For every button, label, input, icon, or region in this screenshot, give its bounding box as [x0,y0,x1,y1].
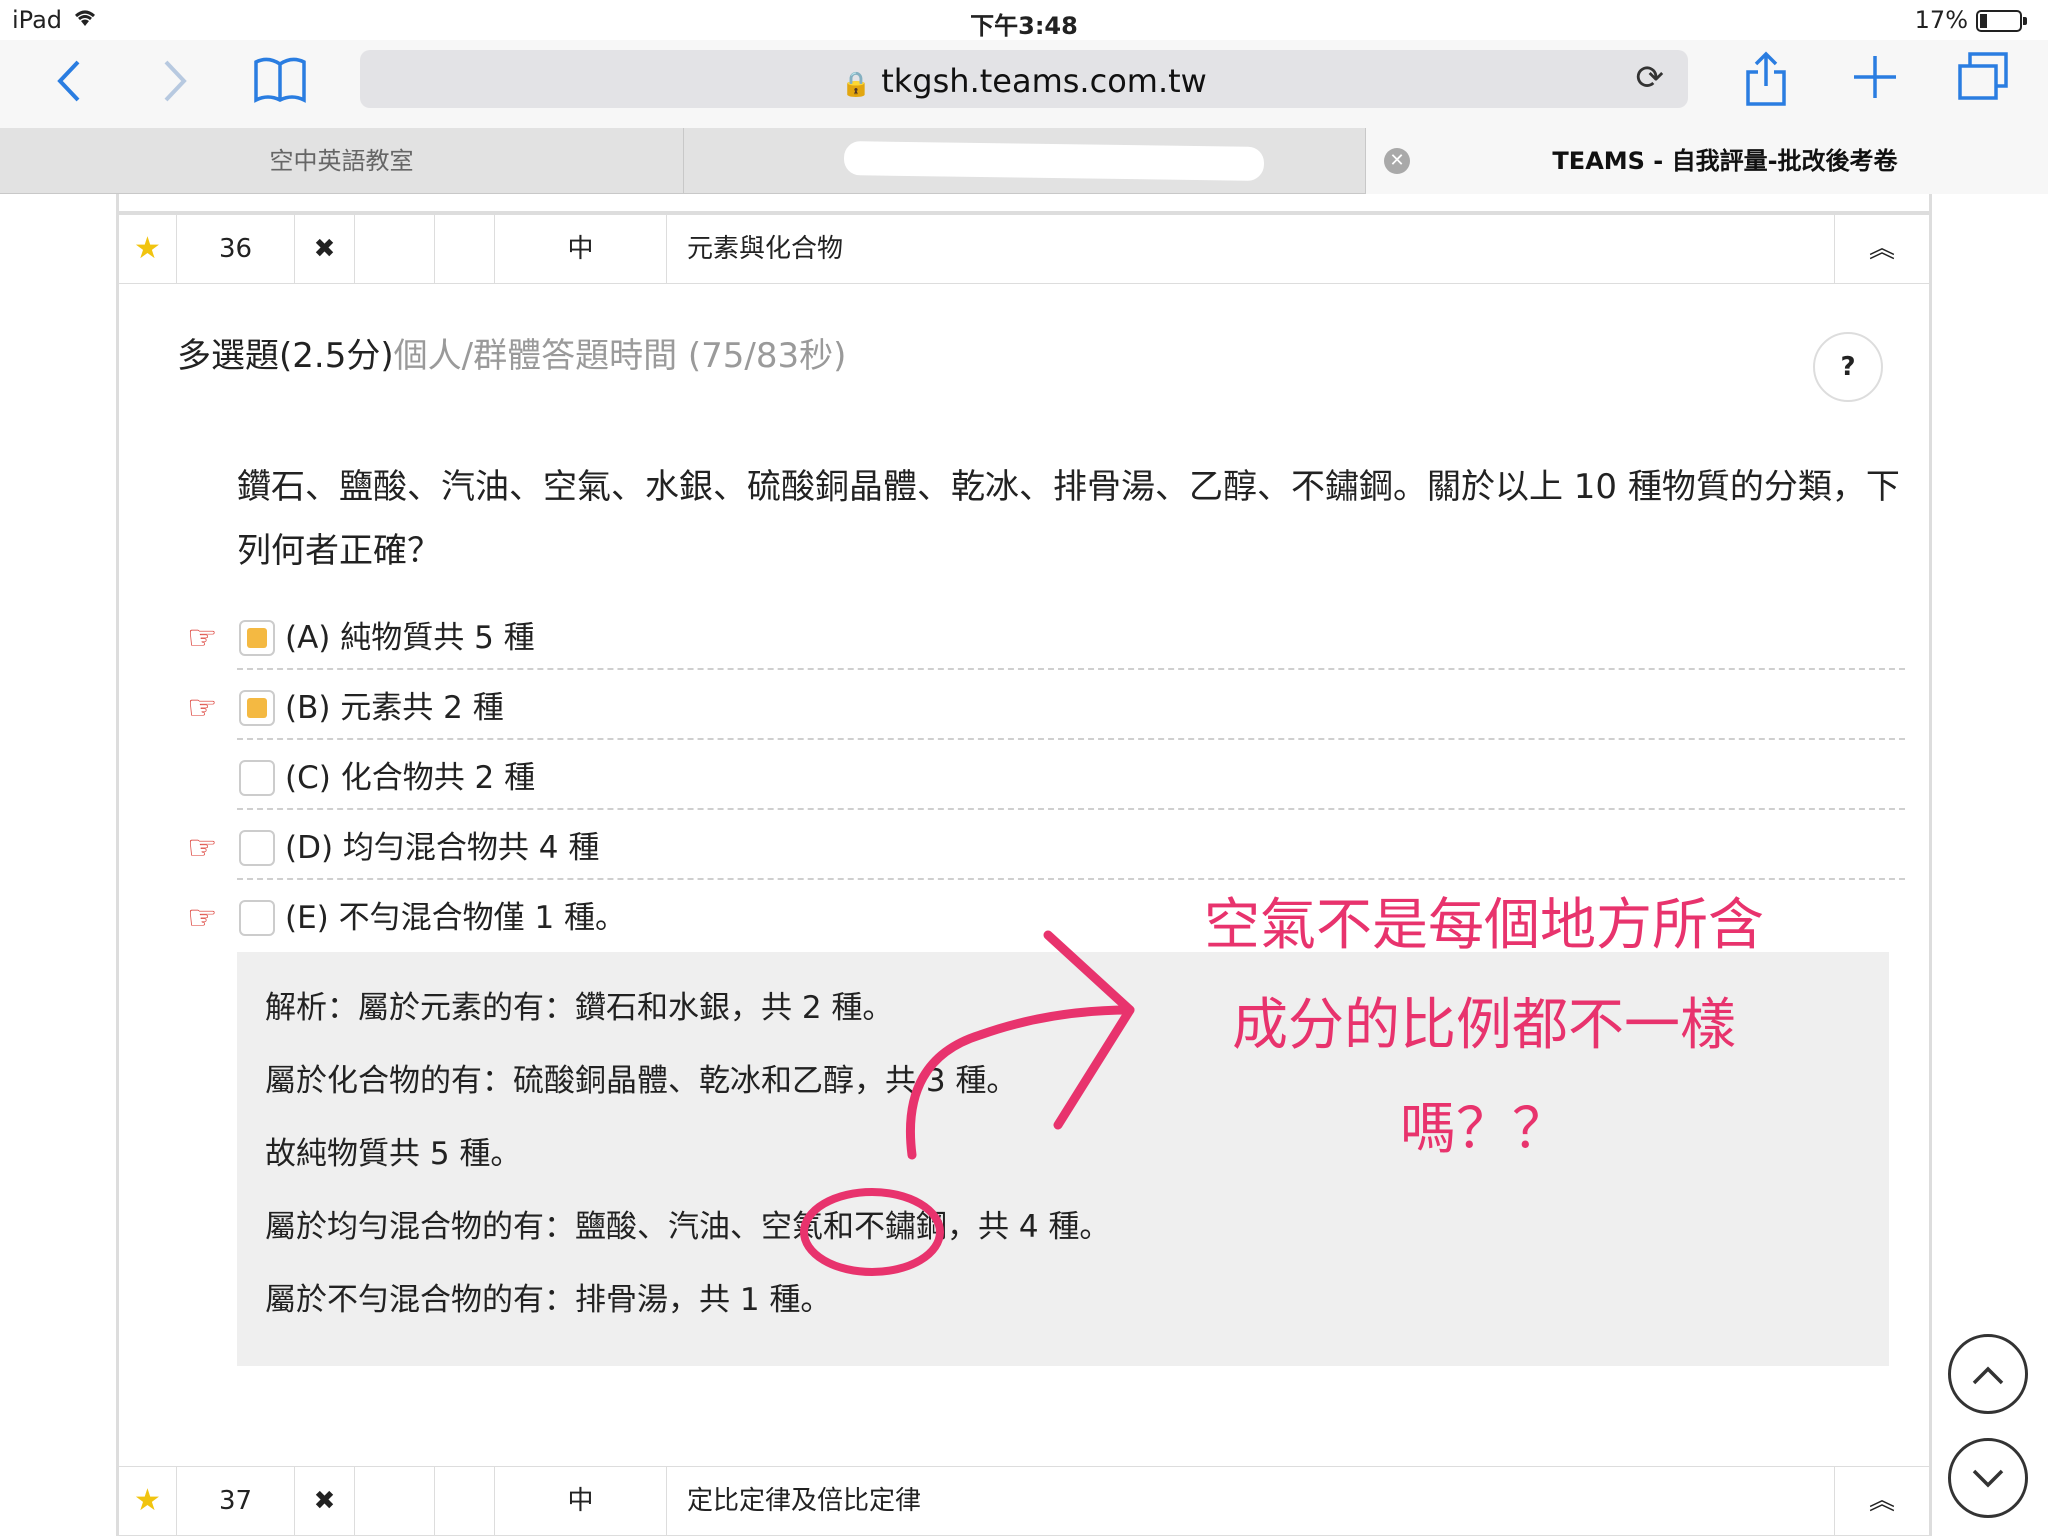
annotation-drawing [800,930,1135,1276]
chevron-down-icon[interactable] [1948,1438,2028,1518]
chevron-up-icon[interactable] [1948,1334,2028,1414]
